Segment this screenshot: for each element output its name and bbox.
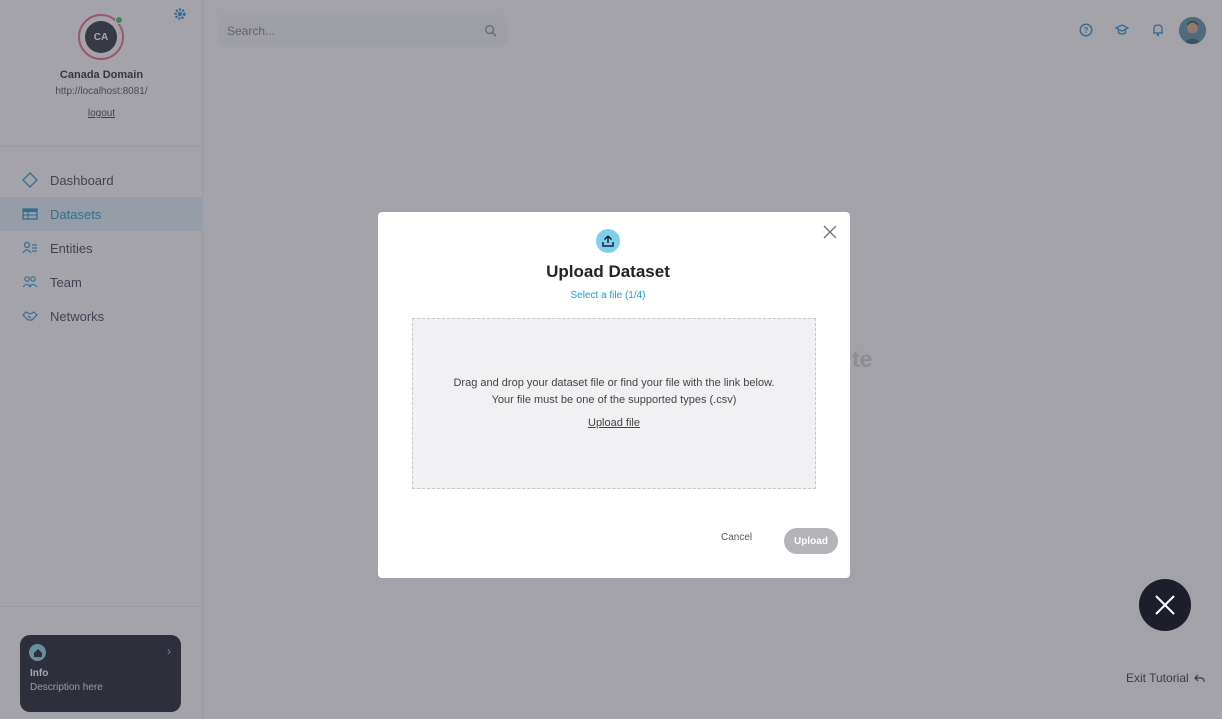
exit-tutorial-link[interactable]: Exit Tutorial bbox=[1126, 671, 1205, 685]
upload-file-link[interactable]: Upload file bbox=[413, 417, 815, 429]
return-arrow-icon bbox=[1193, 674, 1205, 682]
exit-tutorial-label: Exit Tutorial bbox=[1126, 671, 1189, 685]
cancel-button[interactable]: Cancel bbox=[721, 532, 752, 543]
close-icon[interactable] bbox=[823, 225, 837, 239]
upload-dataset-modal: Upload Dataset Select a file (1/4) Drag … bbox=[378, 212, 850, 578]
close-tutorial-button[interactable] bbox=[1139, 579, 1191, 631]
upload-button[interactable]: Upload bbox=[784, 528, 838, 554]
file-dropzone[interactable]: Drag and drop your dataset file or find … bbox=[412, 318, 816, 489]
modal-step-indicator: Select a file (1/4) bbox=[570, 290, 646, 301]
upload-icon bbox=[596, 229, 620, 253]
dropzone-instructions: Drag and drop your dataset file or find … bbox=[453, 377, 775, 389]
dropzone-supported-types: Your file must be one of the supported t… bbox=[491, 394, 737, 406]
close-icon bbox=[1155, 595, 1175, 615]
modal-title: Upload Dataset bbox=[546, 262, 670, 281]
